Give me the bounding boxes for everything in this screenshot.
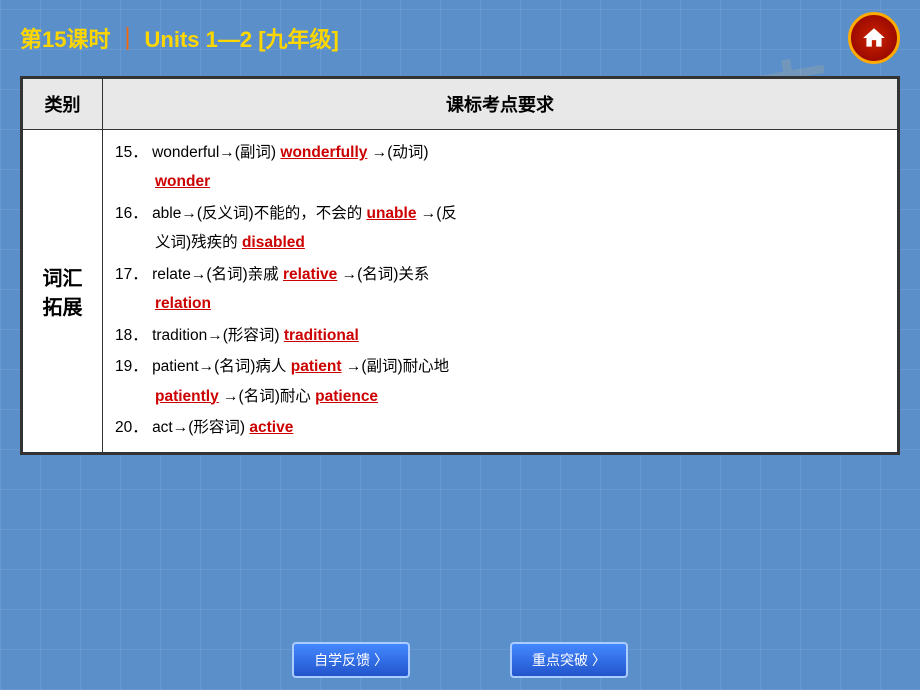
answer: wonderfully — [280, 144, 367, 161]
answer: patiently — [155, 388, 219, 405]
list-item: 16． able→(反义词)不能的，不会的 unable →(反 义词)残疾的 … — [115, 199, 885, 258]
item-text: →(名词)耐心 — [219, 388, 315, 405]
table-row: 词汇拓展 15． wonderful→(副词) wonderfully →(动词… — [23, 130, 898, 453]
list-item: 18． tradition→(形容词) traditional — [115, 321, 885, 350]
item-text: able→(反义词)不能的，不会的 — [152, 205, 366, 222]
title-prefix: 第15课时 — [20, 27, 110, 52]
footer: 自学反馈 〉 重点突破 〉 — [0, 642, 920, 678]
item-num: 15． — [115, 144, 148, 161]
item-num: 17． — [115, 266, 148, 283]
answer: patience — [315, 388, 378, 405]
col1-header: 类别 — [23, 79, 103, 130]
category-cell: 词汇拓展 — [23, 130, 103, 453]
item-text: →(名词)关系 — [337, 266, 429, 283]
title-suffix: Units 1—2 [九年级] — [145, 27, 339, 52]
col2-header: 课标考点要求 — [103, 79, 898, 130]
answer: wonder — [155, 173, 210, 190]
self-study-button[interactable]: 自学反馈 〉 — [292, 642, 410, 678]
list-item: 19． patient→(名词)病人 patient →(副词)耐心地 pati… — [115, 352, 885, 411]
item-num: 16． — [115, 205, 148, 222]
item-num: 20． — [115, 419, 148, 436]
item-text: tradition→(形容词) — [152, 327, 284, 344]
list-item: 20． act→(形容词) active — [115, 413, 885, 442]
item-text: →(副词)耐心地 — [342, 358, 450, 375]
list-item: 15． wonderful→(副词) wonderfully →(动词) won… — [115, 138, 885, 197]
answer: relation — [155, 295, 211, 312]
header-title: 第15课时｜ Units 1—2 [九年级] — [20, 22, 339, 54]
main-table: 类别 课标考点要求 词汇拓展 15． wonderful→(副词) wonder… — [20, 76, 900, 455]
item-text: act→(形容词) — [152, 419, 249, 436]
list-item: 17． relate→(名词)亲戚 relative →(名词)关系 relat… — [115, 260, 885, 319]
item-text: relate→(名词)亲戚 — [152, 266, 283, 283]
content-cell: 15． wonderful→(副词) wonderfully →(动词) won… — [103, 130, 898, 453]
item-num: 18． — [115, 327, 148, 344]
item-text: wonderful→(副词) — [152, 144, 280, 161]
title-bar: ｜ — [116, 27, 138, 52]
answer: disabled — [242, 234, 305, 251]
answer: traditional — [284, 327, 359, 344]
item-text: →(动词) — [367, 144, 428, 161]
answer: unable — [367, 205, 417, 222]
item-text: →(反 — [416, 205, 456, 222]
item-text: 义词)残疾的 — [155, 234, 242, 251]
key-points-button[interactable]: 重点突破 〉 — [510, 642, 628, 678]
home-button[interactable] — [848, 12, 900, 64]
header: 第15课时｜ Units 1—2 [九年级] — [0, 0, 920, 76]
answer: patient — [291, 358, 342, 375]
item-text: patient→(名词)病人 — [152, 358, 291, 375]
answer: active — [249, 419, 293, 436]
item-num: 19． — [115, 358, 148, 375]
answer: relative — [283, 266, 337, 283]
